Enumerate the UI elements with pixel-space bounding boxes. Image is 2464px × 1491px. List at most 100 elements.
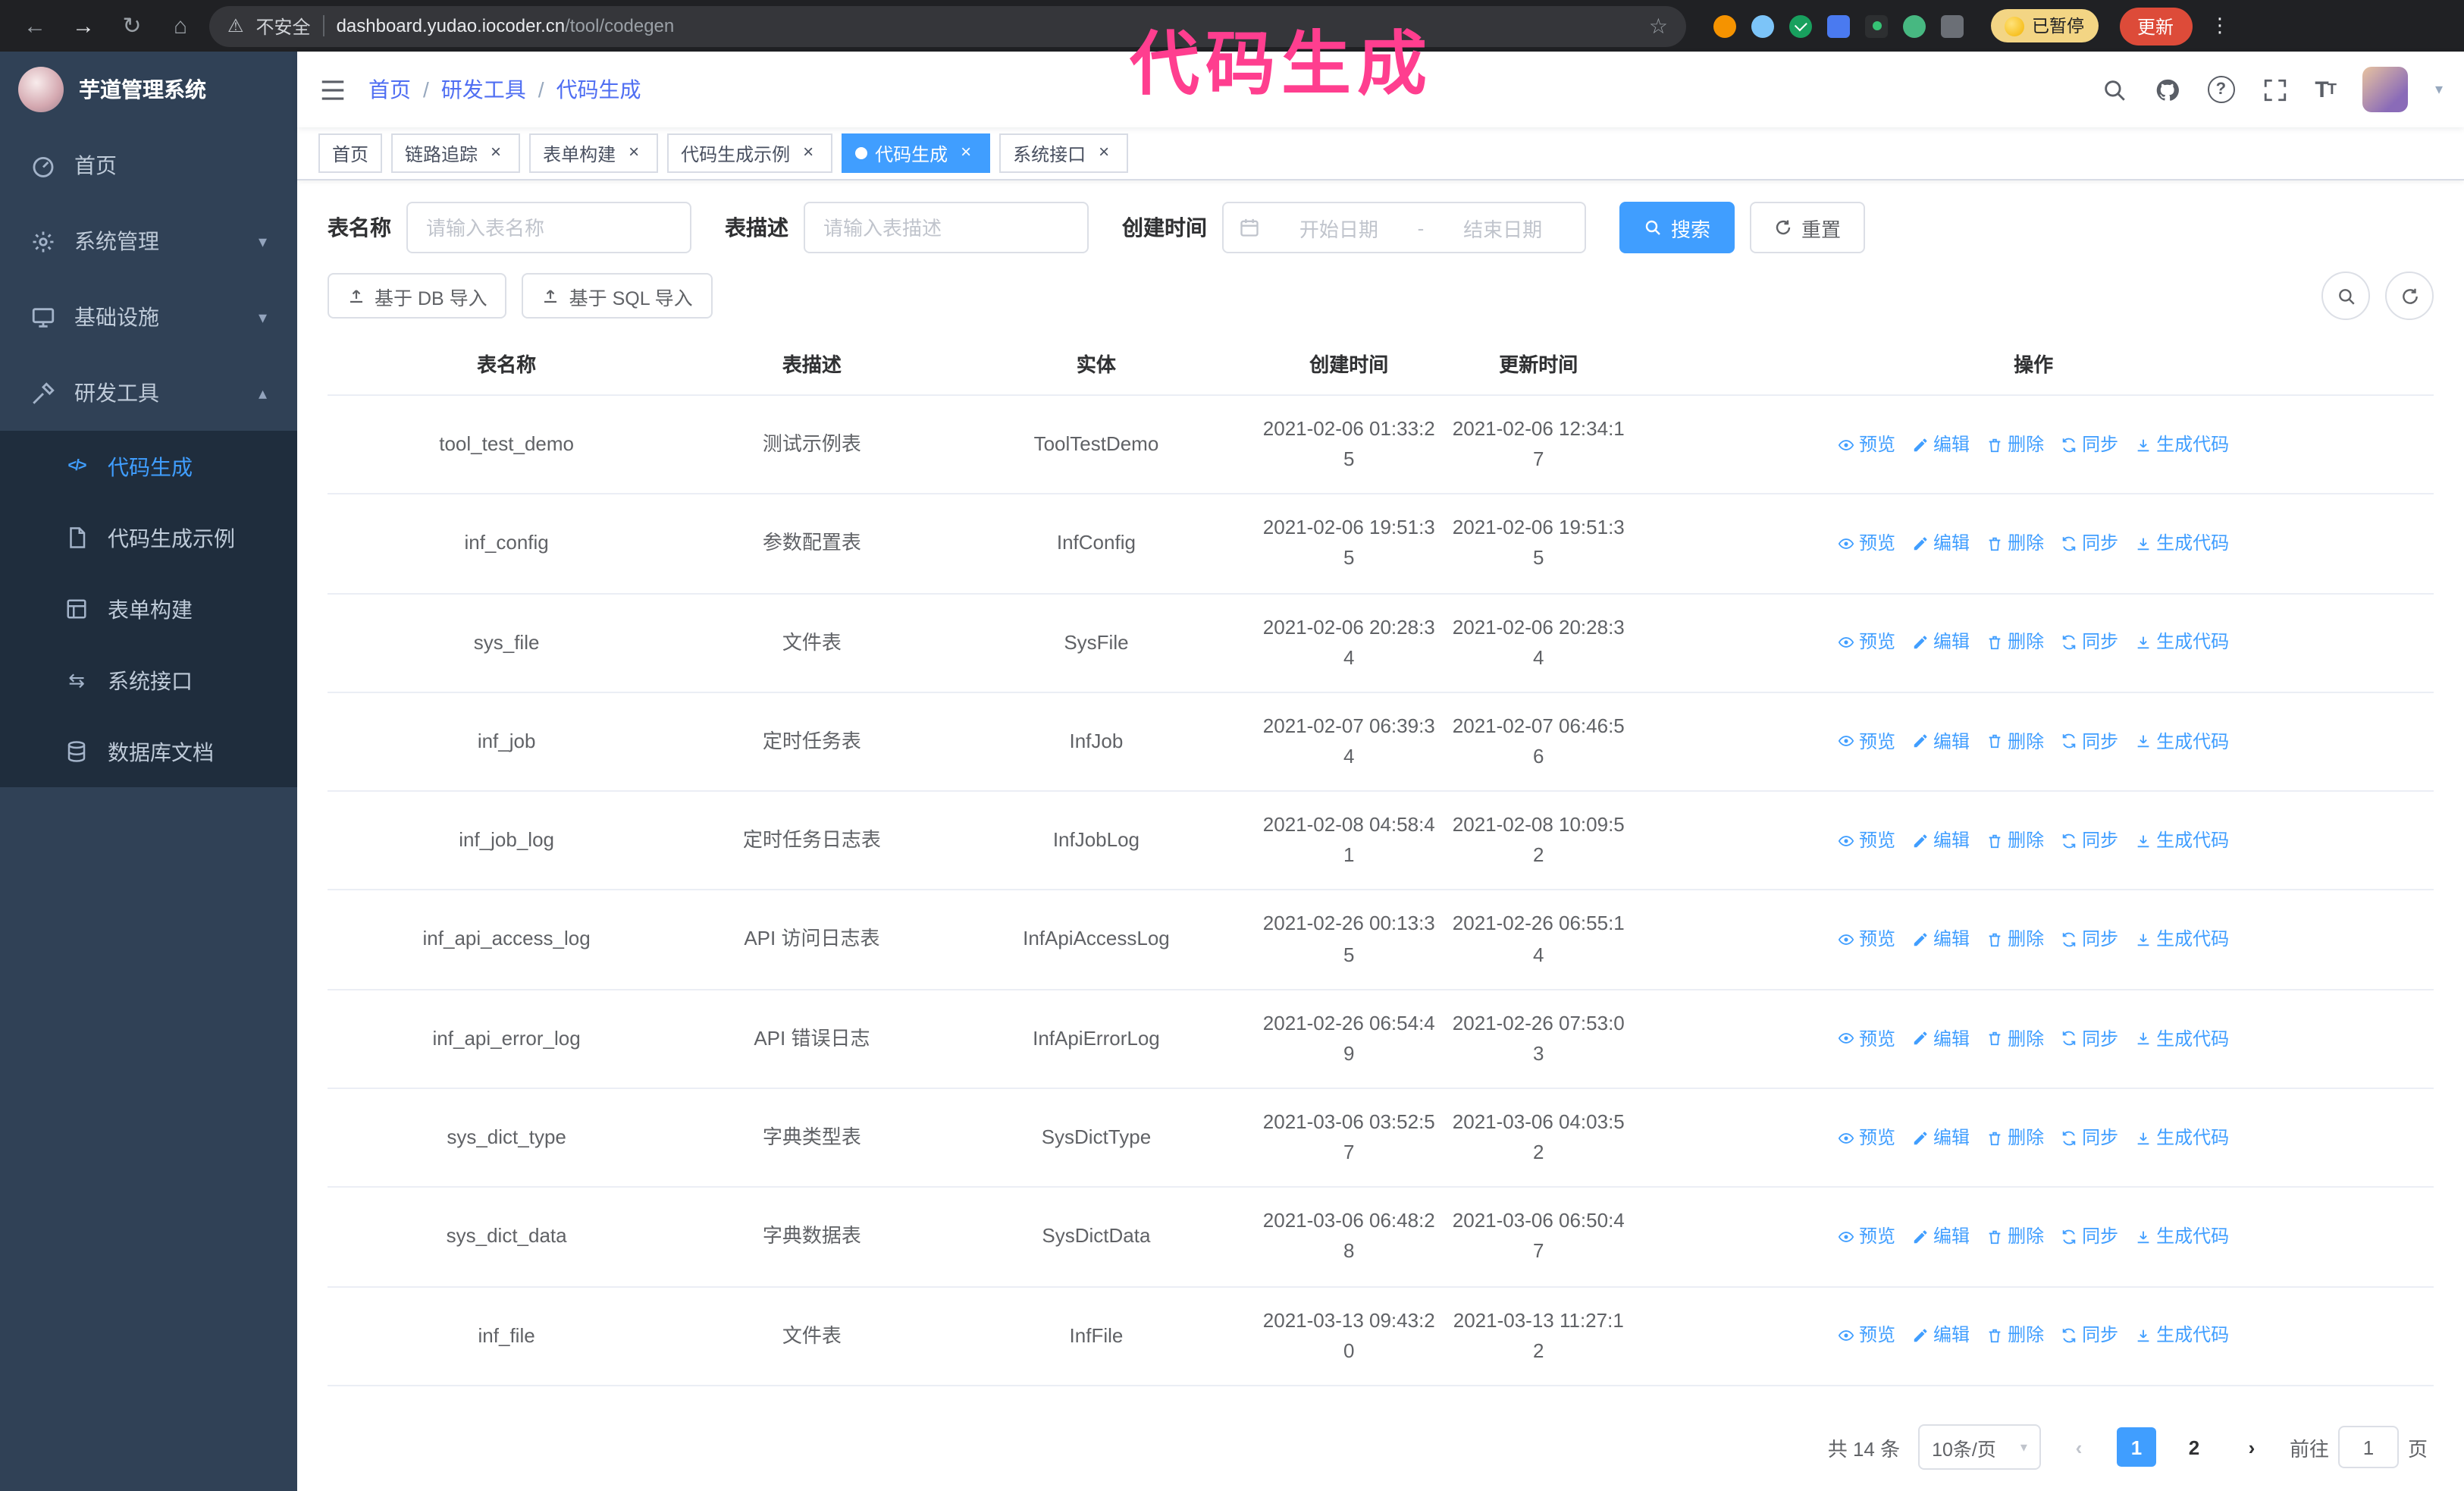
action-generate[interactable]: 生成代码 bbox=[2135, 1025, 2229, 1053]
action-generate[interactable]: 生成代码 bbox=[2135, 827, 2229, 855]
browser-menu-icon[interactable]: ⋮ bbox=[2210, 14, 2230, 38]
extension-icon-2[interactable] bbox=[1751, 14, 1774, 37]
sidebar-item-codegen[interactable]: </> 代码生成 bbox=[0, 431, 297, 502]
home-icon[interactable]: ⌂ bbox=[161, 6, 200, 46]
action-edit[interactable]: 编辑 bbox=[1912, 727, 1970, 755]
paused-badge[interactable]: 已暂停 bbox=[1991, 9, 2098, 42]
sidebar-item-system-api[interactable]: ⇆ 系统接口 bbox=[0, 645, 297, 716]
date-range-picker[interactable]: 开始日期 - 结束日期 bbox=[1222, 202, 1586, 253]
tag-home[interactable]: 首页 bbox=[318, 133, 383, 173]
page-button-2[interactable]: 2 bbox=[2174, 1427, 2214, 1467]
action-generate[interactable]: 生成代码 bbox=[2135, 1322, 2229, 1350]
avatar-caret-icon[interactable]: ▾ bbox=[2435, 81, 2443, 98]
action-edit[interactable]: 编辑 bbox=[1912, 431, 1970, 459]
action-edit[interactable]: 编辑 bbox=[1912, 529, 1970, 557]
tag-form-builder[interactable]: 表单构建 × bbox=[529, 133, 659, 173]
tag-system-api[interactable]: 系统接口 × bbox=[999, 133, 1129, 173]
extension-icon-3[interactable] bbox=[1789, 14, 1812, 37]
action-sync[interactable]: 同步 bbox=[2061, 1223, 2118, 1251]
font-size-icon[interactable]: TT bbox=[2315, 77, 2337, 102]
refresh-table-button[interactable] bbox=[2385, 272, 2434, 320]
bookmark-star-icon[interactable]: ☆ bbox=[1649, 13, 1668, 39]
search-button[interactable]: 搜索 bbox=[1619, 202, 1735, 253]
extension-icon-5[interactable] bbox=[1865, 14, 1888, 37]
action-sync[interactable]: 同步 bbox=[2061, 1322, 2118, 1350]
action-sync[interactable]: 同步 bbox=[2061, 827, 2118, 855]
action-generate[interactable]: 生成代码 bbox=[2135, 926, 2229, 954]
close-icon[interactable]: × bbox=[485, 142, 506, 164]
action-edit[interactable]: 编辑 bbox=[1912, 1124, 1970, 1152]
back-icon[interactable]: ← bbox=[15, 6, 55, 46]
search-icon[interactable] bbox=[2101, 77, 2127, 102]
extension-icon-6[interactable] bbox=[1903, 14, 1926, 37]
tag-tracing[interactable]: 链路追踪 × bbox=[391, 133, 521, 173]
close-icon[interactable]: × bbox=[1093, 142, 1114, 164]
sidebar-item-codegen-example[interactable]: 代码生成示例 bbox=[0, 502, 297, 573]
update-button[interactable]: 更新 bbox=[2119, 7, 2193, 45]
sidebar-item-home[interactable]: 首页 bbox=[0, 127, 297, 203]
reload-icon[interactable]: ↻ bbox=[112, 6, 152, 46]
action-generate[interactable]: 生成代码 bbox=[2135, 529, 2229, 557]
action-delete[interactable]: 删除 bbox=[1986, 926, 2044, 954]
action-generate[interactable]: 生成代码 bbox=[2135, 629, 2229, 657]
sidebar-item-form-builder[interactable]: 表单构建 bbox=[0, 573, 297, 645]
page-button-1[interactable]: 1 bbox=[2116, 1427, 2156, 1467]
user-avatar[interactable] bbox=[2362, 67, 2408, 112]
github-icon[interactable] bbox=[2154, 77, 2180, 102]
sidebar-item-db-doc[interactable]: 数据库文档 bbox=[0, 716, 297, 787]
action-preview[interactable]: 预览 bbox=[1838, 1322, 1895, 1350]
action-preview[interactable]: 预览 bbox=[1838, 1223, 1895, 1251]
action-preview[interactable]: 预览 bbox=[1838, 629, 1895, 657]
tag-codegen-example[interactable]: 代码生成示例 × bbox=[667, 133, 833, 173]
action-preview[interactable]: 预览 bbox=[1838, 1124, 1895, 1152]
action-sync[interactable]: 同步 bbox=[2061, 926, 2118, 954]
action-delete[interactable]: 删除 bbox=[1986, 727, 2044, 755]
action-preview[interactable]: 预览 bbox=[1838, 1025, 1895, 1053]
address-bar[interactable]: ⚠ 不安全 dashboard.yudao.iocoder.cn/tool/co… bbox=[209, 5, 1686, 46]
action-delete[interactable]: 删除 bbox=[1986, 1025, 2044, 1053]
action-preview[interactable]: 预览 bbox=[1838, 727, 1895, 755]
sidebar-item-system-mgmt[interactable]: 系统管理 ▾ bbox=[0, 203, 297, 279]
goto-page-input[interactable] bbox=[2337, 1426, 2399, 1468]
action-delete[interactable]: 删除 bbox=[1986, 629, 2044, 657]
import-db-button[interactable]: 基于 DB 导入 bbox=[328, 273, 507, 319]
prev-page-button[interactable]: ‹ bbox=[2059, 1427, 2099, 1467]
action-delete[interactable]: 删除 bbox=[1986, 529, 2044, 557]
action-sync[interactable]: 同步 bbox=[2061, 727, 2118, 755]
action-delete[interactable]: 删除 bbox=[1986, 1322, 2044, 1350]
action-sync[interactable]: 同步 bbox=[2061, 529, 2118, 557]
action-edit[interactable]: 编辑 bbox=[1912, 629, 1970, 657]
action-preview[interactable]: 预览 bbox=[1838, 431, 1895, 459]
action-delete[interactable]: 删除 bbox=[1986, 1223, 2044, 1251]
extension-icon-4[interactable] bbox=[1827, 14, 1850, 37]
action-delete[interactable]: 删除 bbox=[1986, 1124, 2044, 1152]
action-generate[interactable]: 生成代码 bbox=[2135, 727, 2229, 755]
action-edit[interactable]: 编辑 bbox=[1912, 926, 1970, 954]
table-desc-input[interactable] bbox=[804, 202, 1089, 253]
action-generate[interactable]: 生成代码 bbox=[2135, 431, 2229, 459]
action-sync[interactable]: 同步 bbox=[2061, 1124, 2118, 1152]
close-icon[interactable]: × bbox=[955, 142, 977, 164]
action-preview[interactable]: 预览 bbox=[1838, 926, 1895, 954]
help-icon[interactable]: ? bbox=[2207, 76, 2235, 103]
table-name-input[interactable] bbox=[406, 202, 691, 253]
action-edit[interactable]: 编辑 bbox=[1912, 827, 1970, 855]
page-size-select[interactable]: 10条/页 ▾ bbox=[1918, 1424, 2041, 1470]
action-delete[interactable]: 删除 bbox=[1986, 827, 2044, 855]
sidebar-item-infrastructure[interactable]: 基础设施 ▾ bbox=[0, 279, 297, 355]
action-sync[interactable]: 同步 bbox=[2061, 431, 2118, 459]
reset-button[interactable]: 重置 bbox=[1750, 202, 1866, 253]
sidebar-item-dev-tools[interactable]: 研发工具 ▴ bbox=[0, 355, 297, 431]
sidebar-collapse-icon[interactable] bbox=[318, 75, 347, 104]
breadcrumb-codegen[interactable]: 代码生成 bbox=[556, 74, 641, 105]
action-sync[interactable]: 同步 bbox=[2061, 1025, 2118, 1053]
toggle-search-button[interactable] bbox=[2321, 272, 2370, 320]
import-sql-button[interactable]: 基于 SQL 导入 bbox=[522, 273, 713, 319]
action-delete[interactable]: 删除 bbox=[1986, 431, 2044, 459]
action-generate[interactable]: 生成代码 bbox=[2135, 1124, 2229, 1152]
next-page-button[interactable]: › bbox=[2232, 1427, 2271, 1467]
forward-icon[interactable]: → bbox=[64, 6, 103, 46]
breadcrumb-home[interactable]: 首页 bbox=[368, 74, 411, 105]
close-icon[interactable]: × bbox=[623, 142, 644, 164]
action-generate[interactable]: 生成代码 bbox=[2135, 1223, 2229, 1251]
